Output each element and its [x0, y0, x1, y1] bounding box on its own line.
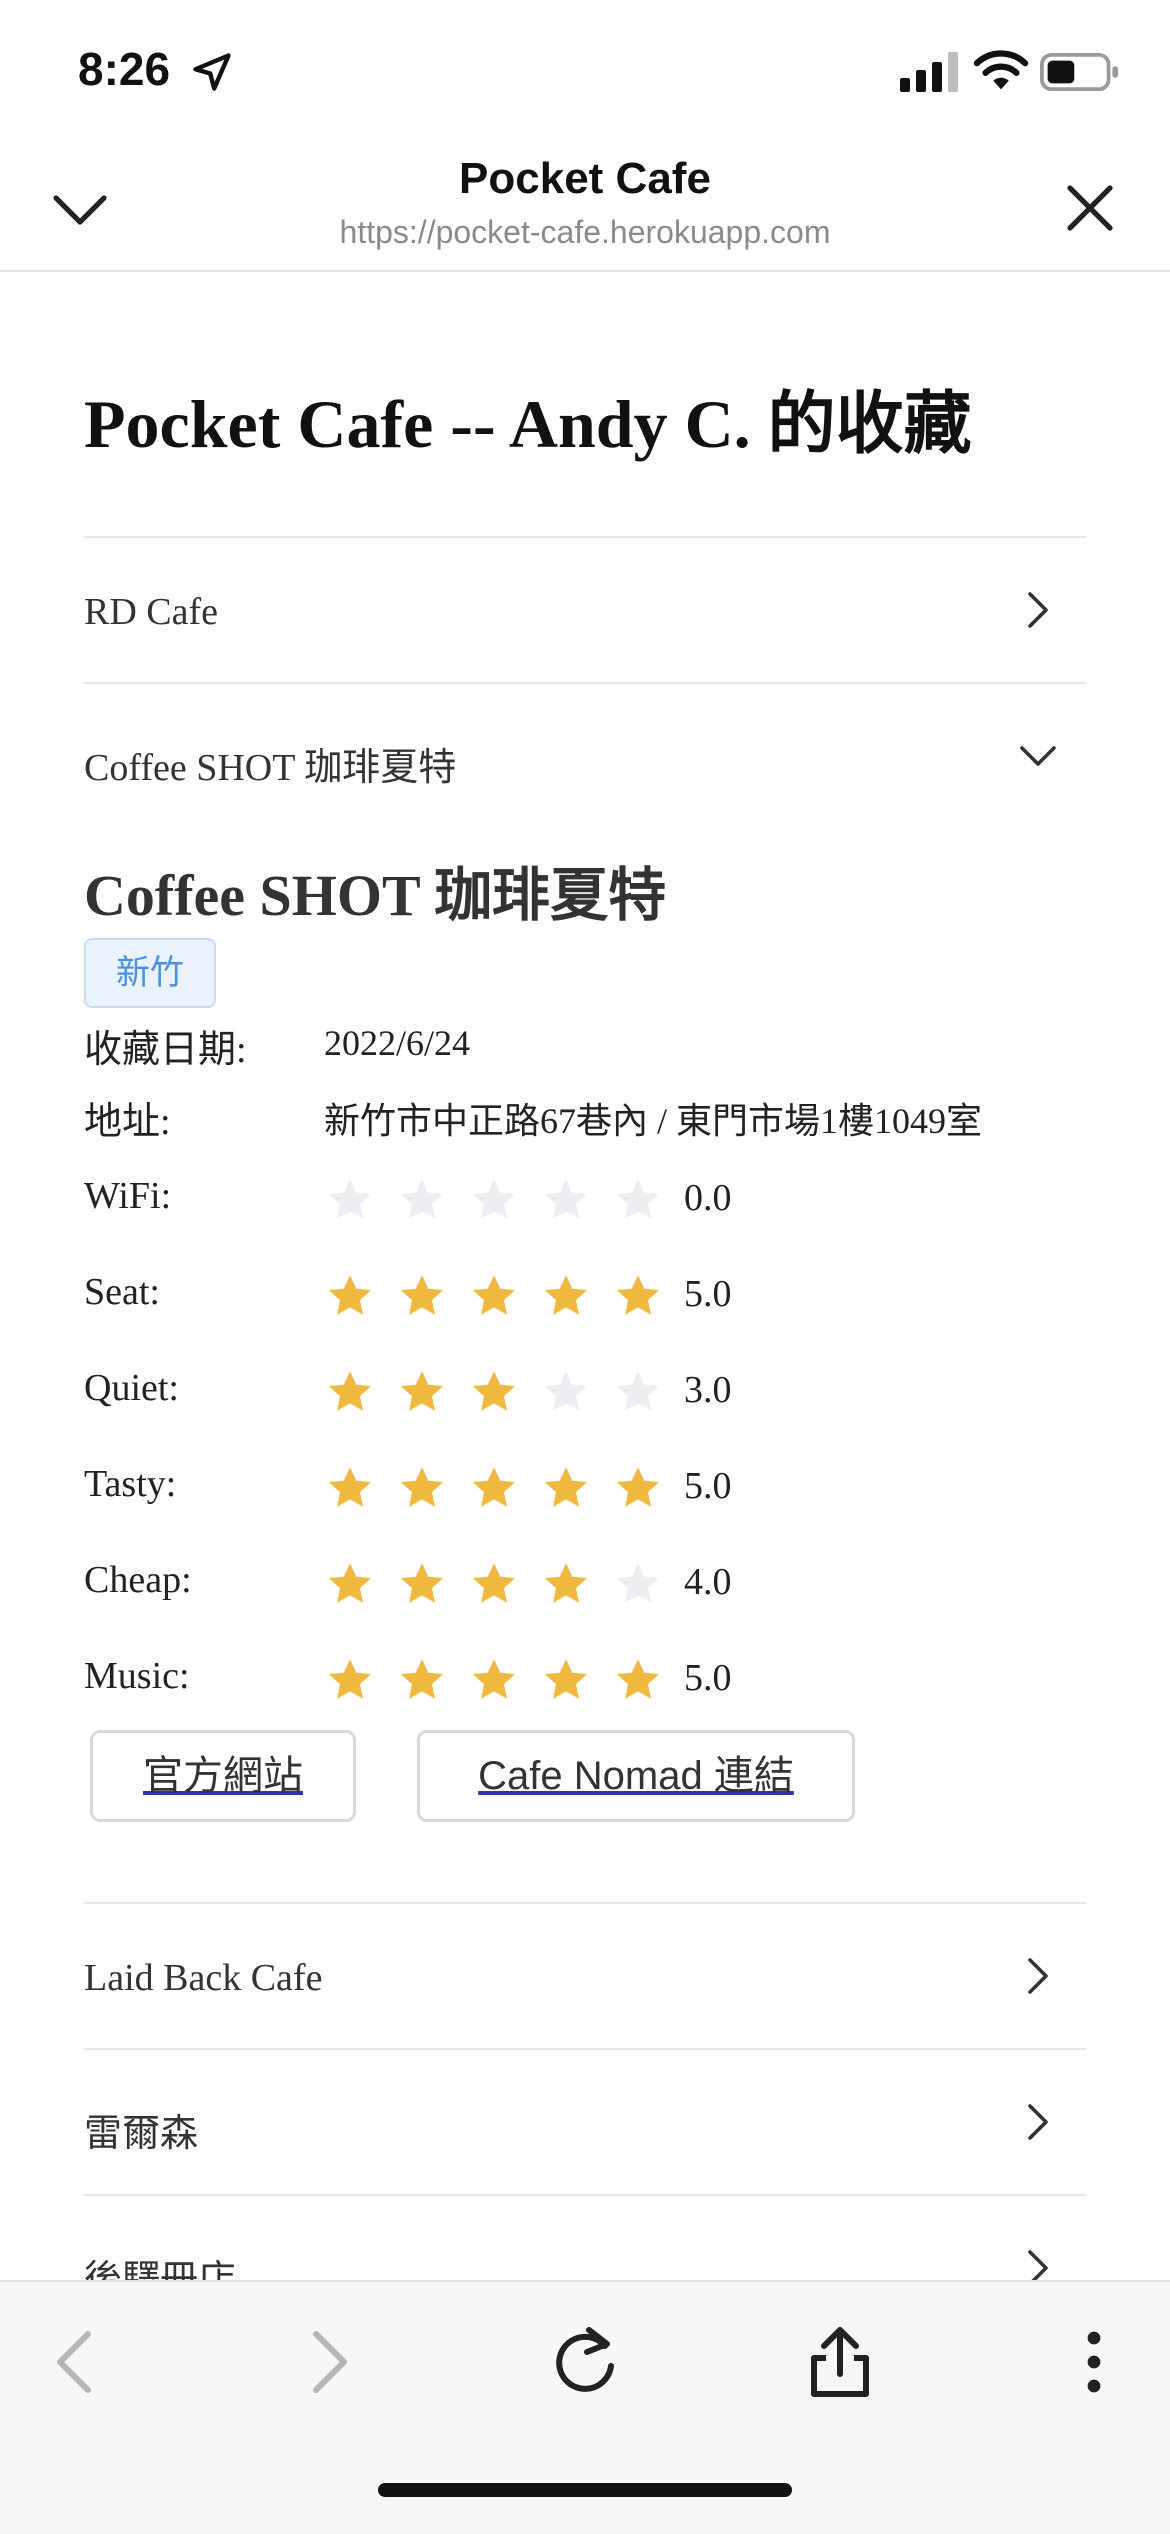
star-filled-icon [617, 1659, 659, 1699]
rating-label: Tasty: [84, 1463, 177, 1505]
rating-score: 5.0 [684, 1273, 732, 1315]
chevron-right-icon [1028, 2104, 1048, 2140]
list-item-rd-cafe[interactable]: RD Cafe [84, 536, 1086, 684]
star-filled-icon [401, 1659, 443, 1699]
chevron-down-icon [1020, 746, 1056, 766]
rating-label: Cheap: [84, 1559, 192, 1601]
star-filled-icon [473, 1275, 515, 1315]
star-empty-icon [617, 1563, 659, 1603]
battery-icon [1040, 52, 1119, 92]
star-filled-icon [329, 1563, 371, 1603]
star-filled-icon [473, 1371, 515, 1411]
cafe-nomad-link-button[interactable]: Cafe Nomad 連結 [417, 1730, 855, 1822]
star-rating [326, 1176, 666, 1228]
star-filled-icon [401, 1467, 443, 1507]
star-rating [326, 1464, 666, 1516]
star-filled-icon [329, 1275, 371, 1315]
browser-url[interactable]: https://pocket-cafe.herokuapp.com [0, 214, 1170, 251]
star-empty-icon [617, 1371, 659, 1411]
star-filled-icon [473, 1467, 515, 1507]
star-filled-icon [329, 1467, 371, 1507]
star-rating [326, 1272, 666, 1324]
official-site-button[interactable]: 官方網站 [90, 1730, 356, 1822]
page-title: Pocket Cafe -- Andy C. 的收藏 [84, 386, 972, 462]
address-label: 地址: [84, 1101, 171, 1143]
star-rating [326, 1656, 666, 1708]
rating-score: 4.0 [684, 1561, 732, 1603]
forward-arrow-icon[interactable] [288, 2322, 368, 2402]
address-value: 新竹市中正路67巷內 / 東門市場1樓1049室 [324, 1101, 983, 1141]
location-arrow-icon [193, 53, 231, 91]
rating-score: 5.0 [684, 1657, 732, 1699]
star-empty-icon [545, 1179, 587, 1219]
star-empty-icon [329, 1179, 371, 1219]
home-indicator [378, 2483, 792, 2497]
rating-label: Seat: [84, 1271, 160, 1313]
saved-date-label: 收藏日期: [84, 1029, 247, 1071]
star-filled-icon [545, 1563, 587, 1603]
wifi-icon [973, 50, 1029, 90]
chevron-right-icon [1028, 592, 1048, 628]
more-options-icon[interactable] [1054, 2322, 1134, 2402]
list-item-label: RD Cafe [84, 591, 219, 633]
list-item-coffee-shot[interactable]: Coffee SHOT 珈琲夏特 [84, 682, 1086, 830]
star-empty-icon [473, 1179, 515, 1219]
saved-date-value: 2022/6/24 [324, 1023, 471, 1063]
reload-icon[interactable] [545, 2322, 625, 2402]
cellular-signal-icon [900, 52, 958, 92]
star-rating [326, 1560, 666, 1612]
share-icon[interactable] [800, 2322, 880, 2402]
rating-score: 0.0 [684, 1177, 732, 1219]
back-arrow-icon[interactable] [36, 2322, 116, 2402]
list-item-label: Laid Back Cafe [84, 1957, 323, 1999]
star-empty-icon [545, 1371, 587, 1411]
rating-label: WiFi: [84, 1175, 172, 1217]
list-item-laid-back-cafe[interactable]: Laid Back Cafe [84, 1902, 1086, 2050]
cafe-detail-title: Coffee SHOT 珈琲夏特 [84, 863, 667, 928]
chevron-right-icon [1028, 1958, 1048, 1994]
star-filled-icon [617, 1467, 659, 1507]
close-icon[interactable] [1058, 176, 1122, 240]
star-empty-icon [617, 1179, 659, 1219]
star-filled-icon [473, 1659, 515, 1699]
star-empty-icon [401, 1179, 443, 1219]
star-rating [326, 1368, 666, 1420]
rating-score: 5.0 [684, 1465, 732, 1507]
status-bar: 8:26 [0, 0, 1170, 140]
star-filled-icon [401, 1371, 443, 1411]
list-item-label: Coffee SHOT 珈琲夏特 [84, 747, 457, 789]
rating-label: Music: [84, 1655, 190, 1697]
star-filled-icon [329, 1371, 371, 1411]
star-filled-icon [401, 1563, 443, 1603]
star-filled-icon [545, 1659, 587, 1699]
star-filled-icon [401, 1275, 443, 1315]
city-tag: 新竹 [84, 938, 216, 1008]
star-filled-icon [545, 1467, 587, 1507]
rating-score: 3.0 [684, 1369, 732, 1411]
browser-header: Pocket Cafe https://pocket-cafe.herokuap… [0, 140, 1170, 272]
status-time: 8:26 [78, 43, 171, 95]
star-filled-icon [545, 1275, 587, 1315]
rating-label: Quiet: [84, 1367, 179, 1409]
star-filled-icon [617, 1275, 659, 1315]
browser-title: Pocket Cafe [459, 154, 711, 203]
star-filled-icon [329, 1659, 371, 1699]
list-item-label: 雷爾森 [84, 2113, 199, 2155]
list-item-leierson[interactable]: 雷爾森 [84, 2048, 1086, 2196]
star-filled-icon [473, 1563, 515, 1603]
